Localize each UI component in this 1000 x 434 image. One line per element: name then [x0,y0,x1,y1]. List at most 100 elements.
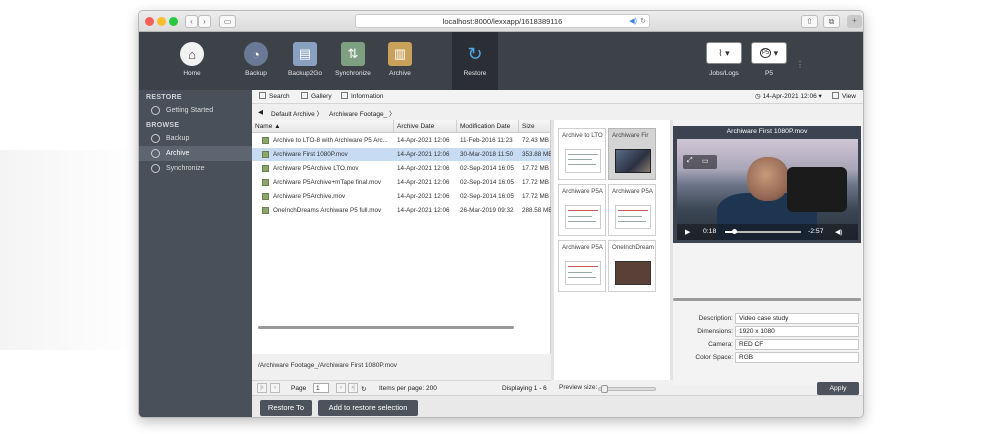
speaker-icon[interactable]: ◀) [629,15,637,28]
sidebar-heading-restore: RESTORE [146,94,182,101]
description-field[interactable]: Video case study [735,313,859,324]
video-elapsed: 0:18 [703,228,717,235]
scrubber-knob[interactable] [732,229,738,234]
row-archive-date: 14-Apr-2021 12:06 [397,137,450,144]
toolbar-archive[interactable]: ▥ Archive [380,32,420,90]
gallery-item[interactable]: OneInchDream [608,240,656,292]
toolbar-home[interactable]: ⌂ Home [169,32,215,90]
preview-size-slider[interactable] [598,385,656,393]
video-scene [747,157,789,201]
camera-field[interactable]: RED CF [735,339,859,350]
thumbnail-image [615,261,651,285]
toolbar-restore[interactable]: ↻ Restore [452,32,498,90]
pip-icon[interactable]: ▭ [702,157,709,165]
file-icon [262,179,269,186]
page-input[interactable]: 1 [313,383,329,393]
synchronize-icon [151,164,160,173]
breadcrumb-item[interactable]: Archiware Footage_ 〉 [329,108,395,118]
column-modification-date[interactable]: Modification Date [460,123,510,130]
gallery-item[interactable]: Archiware P5A [608,184,656,236]
video-frame[interactable]: ⤢ ▭ ▶ 0:18 -2:57 ◀) [677,139,858,240]
column-divider[interactable] [456,120,457,133]
gallery-item[interactable]: Archive to LTO [558,128,606,180]
apply-button[interactable]: Apply [817,382,859,395]
first-page-icon[interactable]: |‹ [257,383,267,393]
sidebar-item-archive[interactable]: Archive [139,146,252,161]
breadcrumb: ◀ Default Archive 〉 Archiware Footage_ 〉 [252,105,863,119]
column-divider[interactable] [393,120,394,133]
dimensions-field[interactable]: 1920 x 1080 [735,326,859,337]
sidebar-heading-browse: BROWSE [146,122,180,129]
preview-scrollbar[interactable] [673,298,861,301]
table-row[interactable]: Archiware P5Archive LTO.mov 14-Apr-2021 1… [252,162,550,175]
table-row[interactable]: Archiware P5Archive+mTape final.mov 14-Ap… [252,176,550,189]
row-name: Archiware P5Archive.mov [273,193,346,200]
backup-icon: ◔ [244,42,268,66]
breadcrumb-item[interactable]: Default Archive 〉 [271,108,323,118]
sidebar-item-backup[interactable]: Backup [139,131,252,146]
video-scrubber[interactable] [725,229,801,234]
file-icon [262,207,269,214]
sidebar-item-synchronize[interactable]: Synchronize [139,161,252,176]
fullscreen-icon[interactable]: ⤢ [687,157,693,165]
reload-icon[interactable]: ↻ [640,15,646,28]
prev-page-icon[interactable]: ‹ [270,383,280,393]
file-icon [262,193,269,200]
column-divider[interactable] [518,120,519,133]
zoom-window-button[interactable] [169,17,178,26]
breadcrumb-back-icon[interactable]: ◀ [258,108,263,116]
p5-badge: P5 [759,48,772,58]
horizontal-scrollbar[interactable] [258,326,514,329]
last-page-icon[interactable]: ›| [348,383,358,393]
sidebar-item-getting-started[interactable]: Getting Started [139,103,252,118]
column-archive-date[interactable]: Archive Date [397,123,434,130]
back-button[interactable]: ‹ [185,15,198,28]
table-row[interactable]: Archiware P5Archive.mov 14-Apr-2021 12:06… [252,190,550,203]
pagination: |‹ ‹ Page 1 › ›| ↻ Items per page: 200 D… [252,380,551,395]
toolbar-jobs-logs[interactable]: ⌇ ▾ Jobs/Logs [701,32,747,90]
refresh-icon[interactable]: ↻ [361,385,366,393]
share-button[interactable]: ⇧ [801,15,818,28]
url-text: localhost:8000/lexxapp/1618389116 [442,17,563,26]
video-remaining: -2:57 [808,228,824,235]
close-window-button[interactable] [145,17,154,26]
toolbar-synchronize[interactable]: ⇅ Synchronize [331,32,375,90]
play-icon[interactable]: ▶ [685,228,690,236]
forward-button[interactable]: › [198,15,211,28]
colorspace-field[interactable]: RGB [735,352,859,363]
gallery-item[interactable]: Archiware Fir [608,128,656,180]
next-page-icon[interactable]: › [336,383,346,393]
row-mod-date: 02-Sep-2014 16:05 [460,179,514,186]
information-toggle[interactable]: Information [341,92,384,100]
search-toggle[interactable]: Search [259,92,290,100]
video-player[interactable]: Archiware First 1080P.mov ⤢ ▭ ▶ 0:18 -2:… [673,126,861,243]
volume-icon[interactable]: ◀) [835,228,843,236]
new-tab-button[interactable]: + [847,15,862,28]
view-menu[interactable]: View [832,92,856,100]
sidebar-toggle-button[interactable]: ▭ [219,15,236,28]
slider-knob[interactable] [600,385,608,393]
gallery-pane: Archive to LTO Archiware Fir Archiware P… [554,120,670,380]
column-name[interactable]: Name ▲ [255,123,281,130]
table-row[interactable]: Archive to LTO-8 with Archiware P5 Arc..… [252,134,550,147]
gallery-item[interactable]: Archiware P5A [558,184,606,236]
add-to-restore-button[interactable]: Add to restore selection [318,400,418,416]
toolbar-p5[interactable]: P5 ▾ P5 [749,32,789,90]
gallery-toggle[interactable]: Gallery [301,92,332,100]
toolbar-backup[interactable]: ◔ Backup [235,32,277,90]
dimensions-label: Dimensions: [697,328,733,335]
column-size[interactable]: Size [522,123,535,130]
tabs-button[interactable]: ⧉ [823,15,840,28]
row-mod-date: 02-Sep-2014 16:05 [460,193,514,200]
date-selector[interactable]: ◷ 14-Apr-2021 12:06 ▾ [755,92,822,100]
address-bar[interactable]: localhost:8000/lexxapp/1618389116 ◀) ↻ [355,14,650,28]
minimize-window-button[interactable] [157,17,166,26]
sidebar-icon: ▭ [223,17,232,26]
table-row[interactable]: OneInchDreams Archiware P5 full.mov 14-Ap… [252,204,552,217]
more-icon[interactable]: ⋮ [796,60,804,69]
restore-to-button[interactable]: Restore To [260,400,312,416]
row-mod-date: 02-Sep-2014 16:05 [460,165,514,172]
gallery-item[interactable]: Archiware P5A [558,240,606,292]
toolbar-backup2go[interactable]: ▤ Backup2Go [281,32,329,90]
table-row[interactable]: Archiware First 1080P.mov 14-Apr-2021 12:… [252,148,552,161]
